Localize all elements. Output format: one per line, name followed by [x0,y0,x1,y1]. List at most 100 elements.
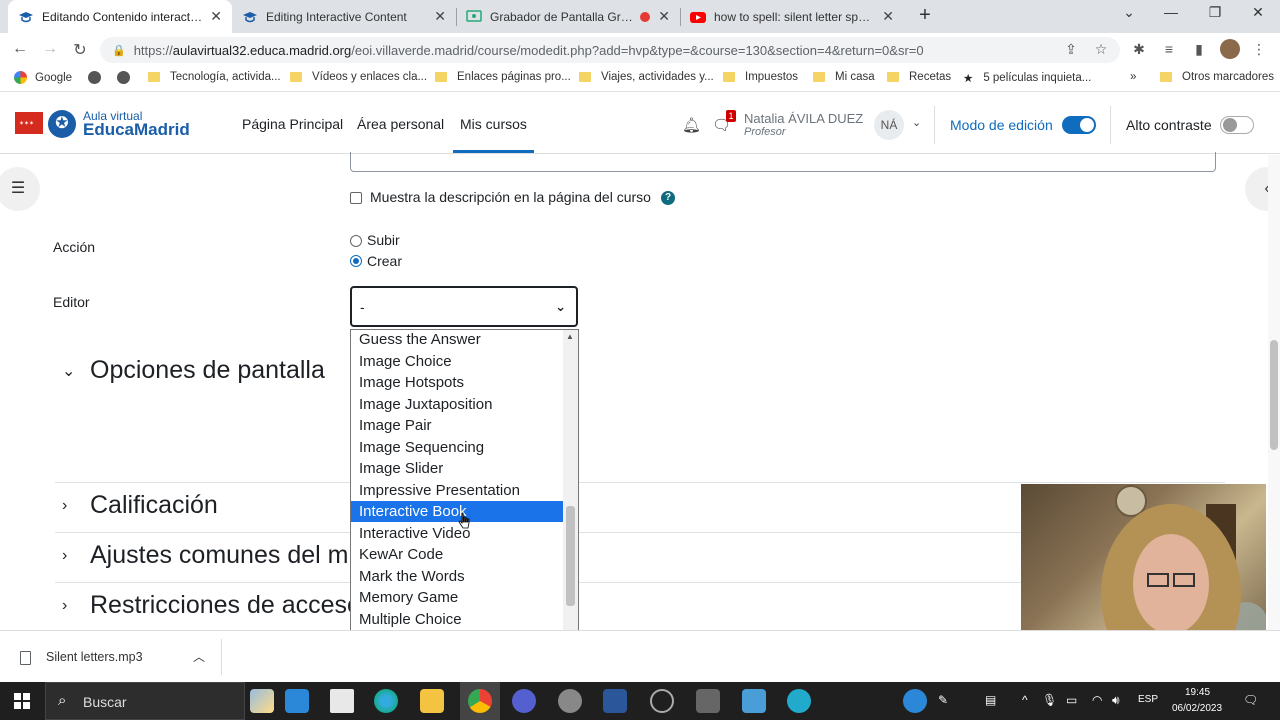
windows-start-icon[interactable] [14,693,30,709]
volume-icon[interactable]: 🔊︎ [1112,693,1120,708]
close-icon[interactable]: ✕ [210,8,222,25]
section-grading[interactable]: › Calificación [62,491,218,520]
forward-icon[interactable]: → [40,40,60,58]
taskbar-search[interactable]: ⌕ Buscar [45,682,245,720]
close-icon[interactable]: ✕ [882,8,894,25]
section-access-restrictions[interactable]: › Restricciones de acceso [62,591,361,620]
dropdown-option[interactable]: Memory Game [351,587,563,608]
news-icon[interactable]: ▤ [985,693,996,707]
nav-personal-area[interactable]: Área personal [357,116,444,132]
media-control-icon[interactable]: ≡ [1160,41,1178,57]
nav-my-courses[interactable]: Mis cursos [460,116,527,132]
app-icon[interactable] [742,689,766,713]
bookmark-folder[interactable]: Recetas [887,71,951,83]
bookmark-folder[interactable]: Tecnología, activida... [148,71,281,83]
browser-tab-active[interactable]: Editando Contenido interactivo ✕ [8,0,232,33]
bookmark-folder-other[interactable]: Otros marcadores [1160,71,1274,83]
course-index-toggle-icon[interactable]: ☰ [0,167,40,211]
color-picker-icon[interactable]: ✎ [938,693,948,707]
clock-date[interactable]: 06/02/2023 [1172,703,1222,714]
help-app-icon[interactable] [903,689,927,713]
dropdown-option[interactable]: Guess the Answer [351,330,563,350]
bookmark-folder[interactable]: Mi casa [813,71,875,83]
dropdown-option[interactable]: Image Choice [351,351,563,372]
address-bar[interactable]: 🔒 https://aulavirtual32.educa.madrid.org… [100,37,1120,63]
description-textarea[interactable] [350,152,1216,172]
download-filename[interactable]: Silent letters.mp3 [46,650,143,664]
extensions-icon[interactable]: ✱ [1130,41,1148,58]
recorder-icon[interactable] [650,689,674,713]
section-common-settings[interactable]: › Ajustes comunes del m [62,541,348,570]
close-icon[interactable]: ✕ [658,8,670,25]
dropdown-option[interactable]: KewAr Code [351,544,563,565]
dropdown-option[interactable]: Image Sequencing [351,437,563,458]
radio-create-label[interactable]: Crear [367,253,402,269]
editor-select[interactable]: - ⌄ [350,286,578,327]
back-icon[interactable]: ← [10,40,30,58]
store-bag-icon[interactable] [285,689,309,713]
edge-icon[interactable] [374,689,398,713]
more-bookmarks-icon[interactable]: » [1130,71,1136,83]
dropdown-option[interactable]: Mark the Words [351,566,563,587]
browser-tab[interactable]: how to spell: silent letter spelling ✕ [680,0,904,33]
restore-icon[interactable]: ❐ [1200,4,1230,21]
avatar[interactable]: NÁ [874,110,904,140]
clock-time[interactable]: 19:45 [1185,687,1210,698]
page-scroll-thumb[interactable] [1270,340,1278,450]
teams-chat-icon[interactable] [330,689,354,713]
side-panel-icon[interactable]: ▮ [1190,41,1208,58]
browser-tab[interactable]: Editing Interactive Content ✕ [232,0,456,33]
file-explorer-icon[interactable] [420,689,444,713]
section-screen-options[interactable]: ⌄ Opciones de pantalla [62,356,325,385]
bookmark-folder[interactable]: Vídeos y enlaces cla... [290,71,427,83]
new-tab-icon[interactable]: + [910,4,940,27]
dropdown-option[interactable]: Image Slider [351,458,563,479]
dropdown-scrollbar[interactable]: ▲ ▼ [563,330,578,680]
nav-home[interactable]: Página Principal [242,116,343,132]
dropdown-option[interactable]: Interactive Video [351,523,563,544]
minimize-icon[interactable]: — [1156,4,1186,20]
bookmark-folder[interactable]: ★ 5 películas inquieta... [963,71,1091,85]
microphone-icon[interactable]: 🎙︎ [1042,693,1057,707]
widgets-icon[interactable] [250,689,274,713]
reload-icon[interactable]: ↻ [70,40,90,60]
bookmark-folder[interactable]: Viajes, actividades y... [579,71,714,83]
educamadrid-logo-icon[interactable]: ✪ [48,110,76,138]
page-scrollbar[interactable] [1268,155,1280,630]
app-icon[interactable] [787,689,811,713]
user-name[interactable]: Natalia ÁVILA DUEZ [744,111,863,126]
chevron-up-icon[interactable]: ^ [1022,693,1028,707]
scroll-up-icon[interactable]: ▲ [566,332,574,341]
bookmark-globe[interactable] [88,71,109,84]
dropdown-option[interactable]: Image Juxtaposition [351,394,563,415]
bookmark-folder[interactable]: Impuestos [723,71,798,83]
chevron-up-icon[interactable]: ︿ [193,648,205,665]
logo-text-line2[interactable]: EducaMadrid [83,120,190,140]
profile-avatar[interactable] [1220,39,1240,59]
browser-tab[interactable]: Grabador de Pantalla Gratis - ✕ [456,0,680,33]
word-icon[interactable] [603,689,627,713]
editor-dropdown-list[interactable]: Guess the Answer Image Choice Image Hotspo… [350,329,579,681]
discord-icon[interactable] [512,689,536,713]
bell-icon[interactable]: 🔔︎ [682,116,701,134]
radio-upload-label[interactable]: Subir [367,232,400,248]
dropdown-scroll-thumb[interactable] [566,506,575,606]
radio-create[interactable] [350,255,362,267]
network-app-icon[interactable] [696,689,720,713]
battery-icon[interactable]: ▭ [1066,693,1077,707]
input-language[interactable]: ESP [1138,694,1158,705]
show-description-checkbox[interactable] [350,192,362,204]
dropdown-option[interactable]: Impressive Presentation [351,480,563,501]
high-contrast-toggle[interactable] [1220,116,1254,134]
bookmark-folder[interactable]: Enlaces páginas pro... [435,71,571,83]
app-icon[interactable] [558,689,582,713]
dropdown-option[interactable]: Interactive Book [351,501,563,522]
chevron-down-icon[interactable]: ⌄ [912,116,921,129]
bookmark-globe[interactable] [117,71,138,84]
dropdown-option[interactable]: Multiple Choice [351,609,563,630]
chrome-icon[interactable] [468,689,492,713]
dropdown-option[interactable]: Image Pair [351,415,563,436]
wifi-icon[interactable]: ◠ [1092,693,1102,707]
bookmark-google[interactable]: Google [14,71,72,84]
edit-mode-toggle[interactable] [1062,116,1096,134]
